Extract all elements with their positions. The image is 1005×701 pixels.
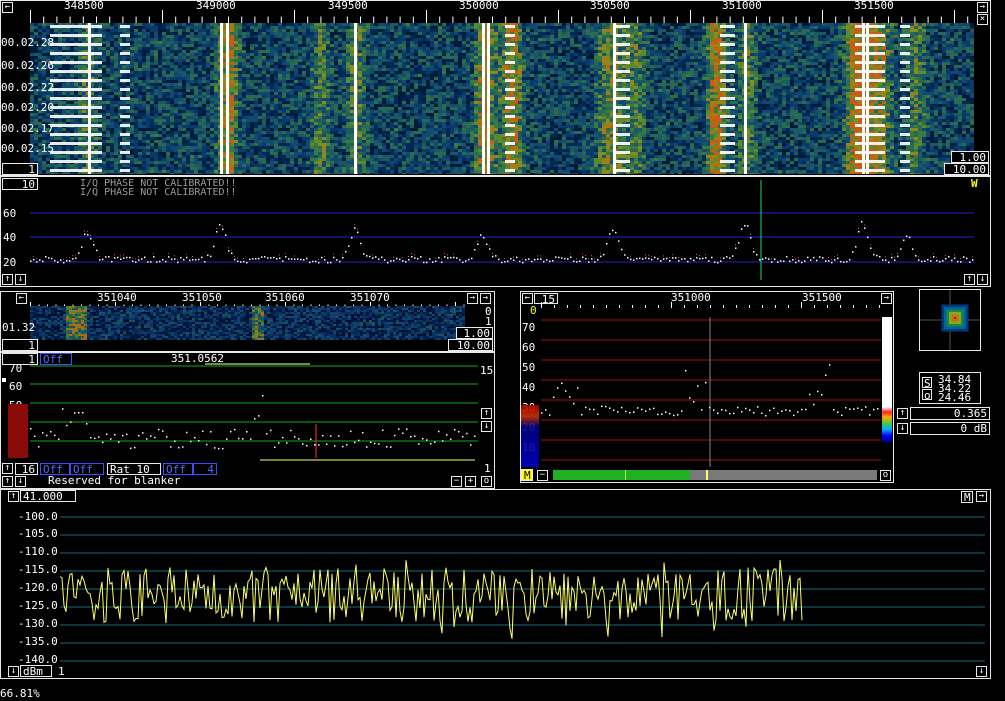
hires-down-button-right[interactable]: ↓ (481, 421, 492, 432)
baseband-bar[interactable] (553, 470, 877, 480)
waterfall-zero-box[interactable]: 10.00 (944, 163, 989, 175)
time-label: 00.02.17 (1, 122, 54, 135)
hires-marker (2, 378, 6, 382)
time-label: 00.02.22 (1, 81, 54, 94)
freq-tick-marks (30, 10, 969, 23)
cpu-load: 66.81% (0, 687, 40, 700)
o-label[interactable]: o (922, 389, 932, 401)
smeter-y-label: -130.0 (18, 617, 58, 630)
smeter-unit-box[interactable]: dBm (20, 665, 52, 677)
baseband-yellow-zero: 0 (530, 304, 537, 317)
baseband-bar-cursor (706, 470, 708, 480)
baseband-spectrum-graph[interactable] (541, 307, 881, 467)
baseband-y-label: 40 (522, 381, 536, 394)
hires-up-button-2[interactable]: ↑ (2, 476, 13, 487)
baseband-y-label: 60 (522, 341, 536, 354)
baseband-color-scale (882, 317, 892, 442)
hires-val-box[interactable]: 4 (193, 463, 217, 475)
waterfall-gain-box[interactable]: 1.00 (951, 151, 989, 163)
baseband-left-button[interactable]: ← (522, 293, 533, 304)
smeter-y-label: -120.0 (18, 581, 58, 594)
y-label: 40 (3, 231, 17, 244)
coherent-up-button[interactable]: ↑ (897, 408, 908, 419)
hires-down-button-2[interactable]: ↓ (15, 476, 26, 487)
time-label: 00.02.28 (1, 36, 54, 49)
hires-scroll-right-button[interactable]: → (467, 293, 478, 304)
hires-gain-box[interactable]: 1.00 (456, 327, 493, 339)
baseband-y-label: 70 (522, 321, 536, 334)
hires-minus-button[interactable]: − (451, 476, 462, 487)
hires-waterfall-image[interactable] (30, 306, 465, 340)
hires-avg-box[interactable]: 1 (2, 339, 38, 351)
hires-y-label: 70 (9, 362, 23, 375)
hires-o-button[interactable]: o (481, 476, 492, 487)
hires-spectrum-graph[interactable] (30, 362, 478, 462)
hires-bins-box[interactable]: 16 (15, 463, 38, 475)
baseband-y-label: 50 (522, 361, 536, 374)
coherent-box1[interactable]: 0.365 (910, 407, 990, 420)
hires-right-num: 15 (480, 364, 494, 377)
smeter-y-label: -105.0 (18, 527, 58, 540)
hires-up-button-right[interactable]: ↑ (481, 408, 492, 419)
smeter-avg: 1 (58, 665, 65, 678)
time-label: 00.02.20 (1, 101, 54, 114)
y-label: 20 (3, 256, 17, 269)
baseband-o-button[interactable]: o (880, 470, 891, 481)
scroll-right-button[interactable]: → (977, 2, 988, 13)
coherent-val: 24.46 (938, 391, 972, 404)
smeter-down-button-right[interactable]: ↓ (976, 666, 987, 677)
smeter-y-label: -135.0 (18, 635, 58, 648)
baseband-right-button[interactable]: → (881, 293, 892, 304)
close-waterfall-button[interactable]: × (977, 14, 988, 25)
scroll-left-button[interactable]: ← (2, 2, 13, 13)
coherent-box2[interactable]: 0 dB (910, 422, 990, 435)
smeter-y-label: -125.0 (18, 599, 58, 612)
main-waterfall-image[interactable] (30, 23, 974, 174)
s-meter-graph[interactable] (60, 500, 985, 668)
s-label[interactable]: S (922, 377, 932, 389)
spectrum-down-button-right[interactable]: ↓ (977, 274, 988, 285)
baseband-m-button[interactable]: M (521, 469, 533, 481)
smeter-y-label: -100.0 (18, 510, 58, 523)
smeter-y-label: -115.0 (18, 563, 58, 576)
time-label: 00.02.15 (1, 142, 54, 155)
baseband-color-scale-left (521, 405, 539, 467)
hires-zero-box[interactable]: 10.00 (448, 339, 493, 351)
time-label: 00.02.26 (1, 59, 54, 72)
hires-plus-button[interactable]: + (465, 476, 476, 487)
hires-scroll-left-button[interactable]: ← (16, 293, 27, 304)
hires-scroll-far-right-button[interactable]: → (480, 293, 491, 304)
smeter-y-label: -110.0 (18, 545, 58, 558)
blanker-label: Reserved for blanker (48, 474, 181, 487)
coherent-down-button[interactable]: ↓ (897, 423, 908, 434)
baseband-bar-fill (553, 470, 690, 480)
hires-y-label: 60 (9, 380, 23, 393)
baseband-bar-tick (625, 470, 626, 480)
hires-up-button[interactable]: ↑ (2, 463, 13, 474)
hires-level-bar (8, 404, 28, 458)
hires-bottom-num: 1 (484, 462, 491, 475)
waterfall-avg-box[interactable]: 1 (2, 163, 38, 175)
y-label: 60 (3, 207, 17, 220)
hires-time-label: 01.32 (2, 321, 36, 334)
spectrum-up-button[interactable]: ↑ (2, 274, 13, 285)
spectrum-up-button-right[interactable]: ↑ (964, 274, 975, 285)
phase-plot (920, 290, 980, 350)
main-spectrum-graph[interactable] (30, 180, 974, 280)
spectrum-down-button[interactable]: ↓ (15, 274, 26, 285)
baseband-minus-button[interactable]: − (537, 470, 548, 481)
smeter-down-button[interactable]: ↓ (8, 666, 19, 677)
smeter-up-button[interactable]: ↑ (8, 491, 19, 502)
